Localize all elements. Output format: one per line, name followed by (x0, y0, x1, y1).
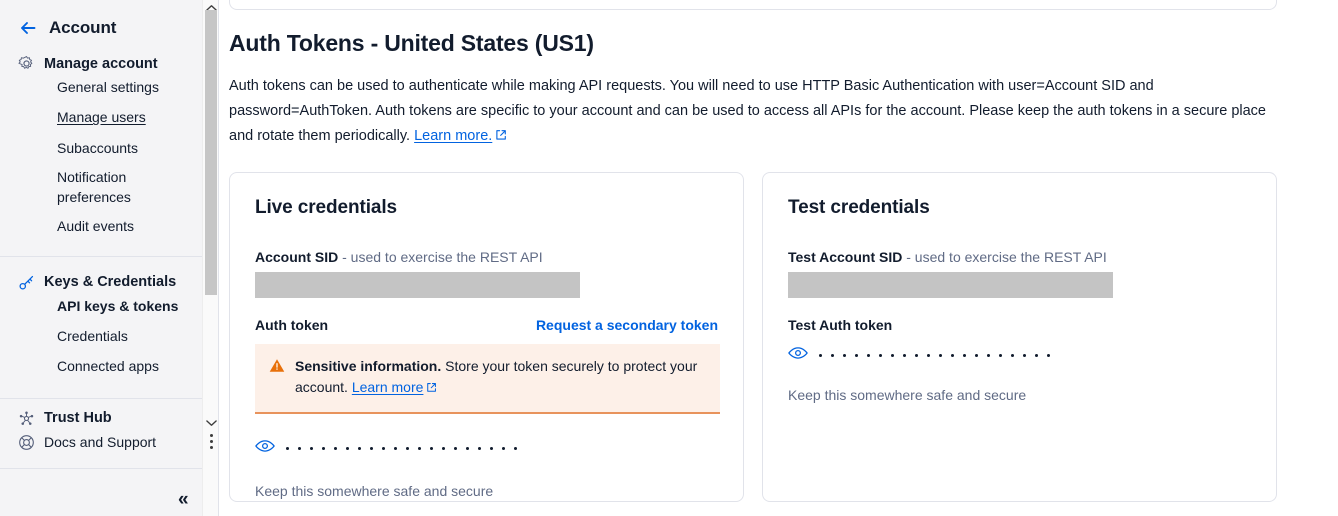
trust-hub-icon (18, 410, 35, 427)
account-sid-desc: - used to exercise the REST API (338, 248, 543, 265)
sidebar: Account Manage account General settings … (0, 0, 219, 516)
account-sid-label: Account SID - used to exercise the REST … (255, 249, 718, 265)
sidebar-header: Account (0, 0, 203, 38)
test-account-sid-label-bold: Test Account SID (788, 248, 903, 265)
sidebar-item-api-keys-tokens[interactable]: API keys & tokens (0, 291, 203, 321)
sidebar-bottom-group: Trust Hub Docs and Support (0, 399, 203, 451)
sidebar-item-general-settings[interactable]: General settings (0, 72, 203, 102)
test-credentials-card: Test credentials Test Account SID - used… (762, 171, 1277, 502)
sidebar-section-label: Manage account (44, 55, 158, 72)
collapse-sidebar-button[interactable]: « (178, 490, 189, 509)
live-credentials-card: Live credentials Account SID - used to e… (229, 171, 744, 502)
test-account-sid-label: Test Account SID - used to exercise the … (788, 249, 1251, 265)
sidebar-item-manage-users[interactable]: Manage users (0, 102, 203, 132)
auth-token-header-row: Auth token Request a secondary token (255, 317, 718, 333)
sidebar-item-trust-hub[interactable]: Trust Hub (0, 410, 203, 427)
external-link-icon (426, 378, 437, 399)
sidebar-item-subaccounts[interactable]: Subaccounts (0, 133, 203, 163)
sidebar-section-manage-account[interactable]: Manage account (0, 55, 203, 72)
live-token-hint: Keep this somewhere safe and secure (255, 482, 494, 499)
masked-auth-token (286, 447, 517, 451)
test-token-hint: Keep this somewhere safe and secure (788, 386, 1027, 403)
sidebar-item-notification-preferences[interactable]: Notification preferences (0, 163, 150, 212)
auth-tokens-section: Auth Tokens - United States (US1) Auth t… (229, 30, 1287, 502)
sensitive-information-alert: Sensitive information. Store your token … (255, 343, 720, 414)
previous-card-stub (229, 0, 1277, 10)
account-sid-value-redacted[interactable] (255, 271, 580, 298)
sidebar-scrollbar[interactable] (202, 0, 218, 516)
arrow-left-icon[interactable] (18, 18, 38, 38)
sidebar-bottom-label: Trust Hub (44, 410, 112, 427)
main-content: Auth Tokens - United States (US1) Auth t… (219, 0, 1338, 516)
gear-icon (18, 55, 35, 72)
alert-learn-more-link[interactable]: Learn more (352, 379, 424, 395)
learn-more-link[interactable]: Learn more. (414, 128, 492, 144)
page-title: Account (49, 18, 117, 37)
eye-icon[interactable] (255, 439, 275, 459)
lifebuoy-icon (18, 434, 35, 451)
sidebar-content: Account Manage account General settings … (0, 0, 203, 516)
auth-token-reveal-row (255, 439, 718, 459)
app-root: Account Manage account General settings … (0, 0, 1338, 516)
intro-paragraph: Auth tokens can be used to authenticate … (229, 74, 1277, 150)
sidebar-item-audit-events[interactable]: Audit events (0, 211, 203, 241)
alert-text: Sensitive information. Store your token … (295, 356, 706, 399)
account-sid-label-bold: Account SID (255, 248, 339, 265)
card-title: Live credentials (255, 196, 398, 218)
sidebar-item-docs-support[interactable]: Docs and Support (0, 434, 203, 451)
credentials-cards: Live credentials Account SID - used to e… (229, 171, 1287, 502)
test-auth-token-label: Test Auth token (788, 316, 893, 333)
sidebar-item-credentials[interactable]: Credentials (0, 321, 203, 351)
alert-bold-text: Sensitive information. (295, 357, 442, 374)
sidebar-section-label: Keys & Credentials (44, 274, 177, 291)
test-auth-token-reveal-row (788, 346, 1251, 366)
external-link-icon (495, 125, 507, 150)
scrollbar-thumb[interactable] (205, 10, 217, 295)
section-title: Auth Tokens - United States (US1) (229, 30, 594, 56)
chevron-down-icon[interactable] (203, 415, 219, 431)
test-auth-token-header-row: Test Auth token (788, 317, 1251, 333)
eye-icon[interactable] (788, 346, 808, 366)
kebab-menu-icon[interactable] (207, 434, 215, 449)
warning-triangle-icon (269, 358, 285, 378)
test-account-sid-desc: - used to exercise the REST API (902, 248, 1107, 265)
sidebar-divider (0, 255, 203, 257)
sidebar-divider-footer (0, 467, 203, 469)
sidebar-item-connected-apps[interactable]: Connected apps (0, 351, 203, 381)
sidebar-section-keys-credentials[interactable]: Keys & Credentials (0, 274, 203, 291)
masked-test-auth-token (819, 354, 1050, 358)
auth-token-label: Auth token (255, 316, 329, 333)
intro-text: Auth tokens can be used to authenticate … (229, 78, 1266, 144)
test-account-sid-value-redacted[interactable] (788, 271, 1113, 298)
card-title: Test credentials (788, 196, 930, 218)
key-icon (18, 274, 35, 291)
request-secondary-token-link[interactable]: Request a secondary token (536, 317, 718, 333)
sidebar-bottom-label: Docs and Support (44, 434, 157, 451)
